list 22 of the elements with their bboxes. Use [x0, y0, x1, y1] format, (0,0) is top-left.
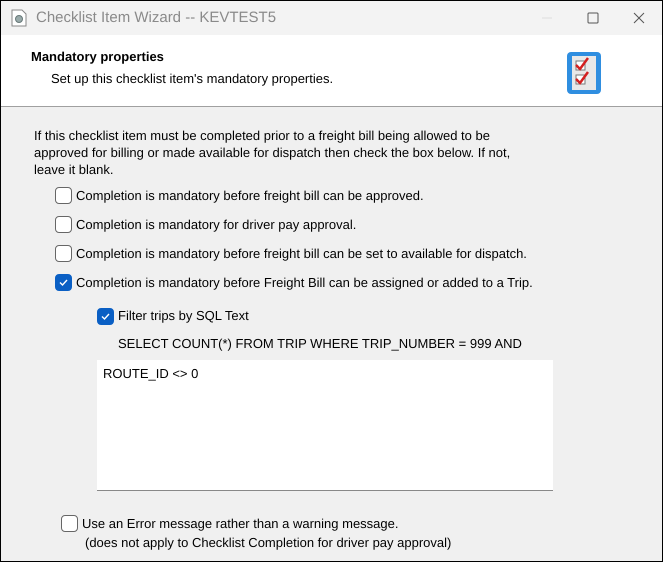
app-icon	[11, 9, 27, 27]
checkbox[interactable]	[97, 308, 114, 324]
header-title: Mandatory properties	[31, 48, 165, 66]
checkbox-label: Filter trips by SQL Text	[118, 307, 249, 326]
sql-text-field[interactable]: ROUTE_ID <> 0	[97, 360, 553, 490]
header-subtitle: Set up this checklist item's mandatory properties.	[51, 70, 334, 88]
instructions: If this checklist item must be completed prior to a freight bill being allowed to be approved for billing or made available for dispatch then check the box below. If not, leave it blank.	[34, 127, 512, 178]
sql-prefix-label: SELECT COUNT(*) FROM TRIP WHERE TRIP_NUMBER = 999 AND	[118, 335, 523, 353]
checkbox[interactable]	[61, 515, 78, 532]
window-title: Checklist Item Wizard -- KEVTEST5	[36, 8, 276, 28]
checkbox[interactable]	[55, 187, 72, 204]
checkbox[interactable]	[55, 216, 72, 233]
checklist-icon	[566, 51, 602, 95]
checkbox[interactable]	[55, 274, 72, 291]
checkbox-label: Completion is mandatory for driver pay approval.	[76, 216, 356, 234]
checkbox-label: Use an Error message rather than a warning message.	[82, 514, 398, 533]
checkbox-label: Completion is mandatory before freight bill can be approved.	[76, 186, 424, 205]
checkbox[interactable]	[55, 245, 72, 262]
check-icon	[58, 277, 69, 288]
error-option-note: (does not apply to Checklist Completion for driver pay approval)	[85, 534, 452, 552]
checkbox-label: Completion is mandatory before freight bill can be set to available for dispatch.	[76, 244, 527, 263]
checkbox-label: Completion is mandatory before Freight Bill can be assigned or added to a Trip.	[76, 274, 533, 292]
